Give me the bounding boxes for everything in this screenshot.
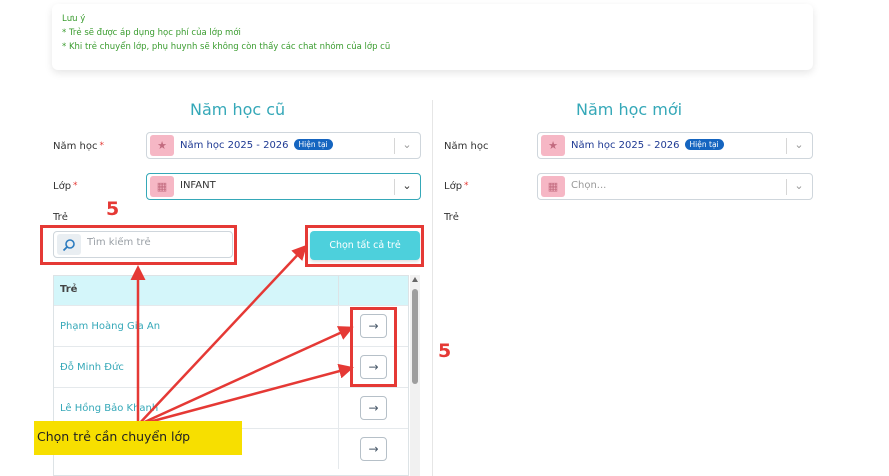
calendar-star-icon: ★: [541, 135, 565, 156]
current-badge: Hiện tại: [293, 139, 333, 150]
scroll-up-icon[interactable]: [412, 277, 418, 282]
highlight-select-all-box: [305, 225, 424, 267]
chevron-down-icon[interactable]: ⌄: [400, 136, 414, 154]
new-class-placeholder: Chọn...: [571, 180, 607, 191]
old-year-title: Năm học cũ: [190, 100, 286, 119]
new-year-value: Năm học 2025 - 2026 Hiện tại: [571, 139, 724, 151]
new-year-label: Năm học: [444, 141, 489, 152]
table-header-child: Trẻ: [54, 276, 339, 305]
table-scrollbar[interactable]: [410, 275, 420, 476]
chevron-down-icon[interactable]: ⌄: [792, 136, 806, 154]
classroom-icon: ▦: [150, 176, 174, 197]
new-year-select[interactable]: ★ Năm học 2025 - 2026 Hiện tại ⌄: [537, 132, 813, 159]
instruction-label: Chọn trẻ cần chuyển lớp: [34, 421, 242, 455]
chevron-down-icon[interactable]: ⌄: [400, 177, 414, 195]
old-class-label: Lớp *: [53, 181, 78, 192]
page: Lưu ý * Trẻ sẽ được áp dụng học phí của …: [0, 0, 889, 476]
table-header: Trẻ: [54, 276, 408, 305]
new-year-title: Năm học mới: [576, 100, 683, 119]
move-right-button[interactable]: →: [360, 396, 387, 420]
classroom-icon: ▦: [541, 176, 565, 197]
move-right-button[interactable]: →: [360, 437, 387, 461]
highlight-search-box: [40, 225, 237, 265]
old-year-value: Năm học 2025 - 2026 Hiện tại: [180, 139, 333, 151]
column-divider: [432, 100, 433, 476]
student-name[interactable]: Phạm Hoàng Gia An: [54, 306, 339, 346]
scroll-thumb[interactable]: [412, 289, 418, 384]
notice-box: Lưu ý * Trẻ sẽ được áp dụng học phí của …: [52, 4, 813, 70]
current-badge: Hiện tại: [684, 139, 724, 150]
highlight-arrow-buttons-box: [350, 307, 397, 387]
old-class-value: INFANT: [180, 180, 216, 191]
new-child-label: Trẻ: [444, 212, 459, 223]
student-name[interactable]: Đỗ Minh Đức: [54, 347, 339, 387]
notice-line-1: * Trẻ sẽ được áp dụng học phí của lớp mớ…: [62, 28, 241, 38]
step-number-left: 5: [106, 198, 120, 220]
step-number-right: 5: [438, 340, 452, 362]
old-class-select[interactable]: ▦ INFANT ⌄: [146, 173, 421, 200]
notice-title: Lưu ý: [62, 14, 86, 24]
new-class-select[interactable]: ▦ Chọn... ⌄: [537, 173, 813, 200]
old-year-label: Năm học *: [53, 141, 104, 152]
old-year-select[interactable]: ★ Năm học 2025 - 2026 Hiện tại ⌄: [146, 132, 421, 159]
new-class-label: Lớp *: [444, 181, 469, 192]
notice-line-2: * Khi trẻ chuyển lớp, phụ huynh sẽ không…: [62, 42, 391, 52]
chevron-down-icon[interactable]: ⌄: [792, 177, 806, 195]
calendar-star-icon: ★: [150, 135, 174, 156]
old-child-label: Trẻ: [53, 212, 68, 223]
